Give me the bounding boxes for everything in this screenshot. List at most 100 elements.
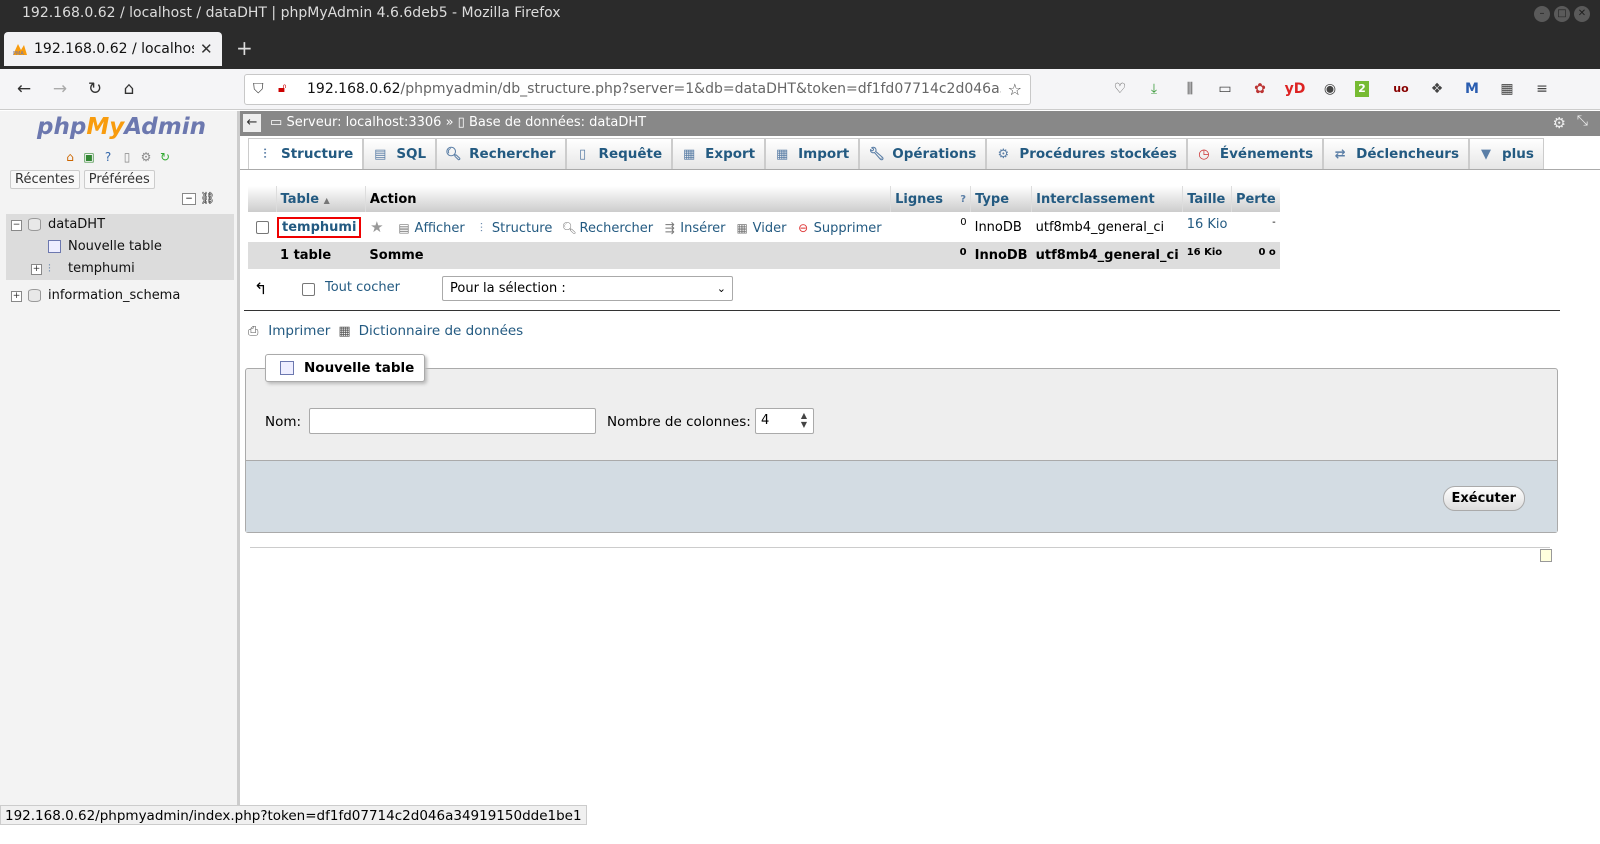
export-icon: ▦ [682,146,696,162]
row-size-link[interactable]: 16 Kio [1183,212,1232,242]
favorite-star-icon[interactable]: ★ [369,218,387,236]
spinner-icon[interactable]: ▲ ▼ [801,411,807,429]
table-name-link[interactable]: temphumi [277,216,362,238]
structure-action[interactable]: ⫶ Structure [474,221,553,236]
gear-icon[interactable]: ⚙ [1553,114,1566,132]
minimize-button[interactable]: – [1534,6,1550,22]
data-dictionary-link[interactable]: ▦ Dictionnaire de données [338,323,523,339]
extension-icon[interactable]: ▦ [1496,79,1518,99]
docs-icon[interactable]: ▯ [119,149,135,165]
reload-icon[interactable]: ↻ [157,149,173,165]
bulk-action-select[interactable]: Pour la sélection : ⌄ [442,276,733,301]
sum-overhead: 0 o [1231,242,1280,269]
url-bar[interactable]: ⛉ 🔓︎ 192.168.0.62/phpmyadmin/db_structur… [244,74,1031,105]
form-footer: Exécuter [246,460,1557,532]
forward-icon[interactable]: → [49,79,71,99]
sidebar-icon[interactable]: ▭ [1214,79,1236,99]
column-header-perte[interactable]: Perte [1231,186,1280,212]
column-count-stepper[interactable]: 4 ▲ ▼ [755,408,814,434]
reload-icon[interactable]: ↻ [84,79,106,99]
column-header-table[interactable]: Table ▲ [276,186,366,212]
row-checkbox[interactable] [255,220,269,234]
gear-icon[interactable]: ⚙ [138,149,154,165]
empty-action[interactable]: ▦ Vider [735,221,787,236]
back-icon[interactable]: ← [13,79,35,99]
tab-requete[interactable]: ▯ Requête [565,138,673,169]
column-header-interclassement[interactable]: Interclassement [1031,186,1184,212]
download-icon[interactable]: ⤓ [1143,79,1165,99]
menu-icon[interactable]: ≡ [1531,79,1553,99]
tab-import[interactable]: ▦ Import [765,138,860,169]
yd-icon[interactable]: yD [1284,79,1306,99]
database-icon: ▯ [457,115,465,130]
print-link[interactable]: ⎙ Imprimer [248,323,330,339]
home-icon[interactable]: ⌂ [62,149,78,165]
expand-icon[interactable]: + [11,291,22,302]
breadcrumb-server[interactable]: Serveur: localhost:3306 [286,115,441,130]
tree-item-temphumi[interactable]: + ⫶ temphumi [6,258,234,280]
url-text[interactable]: 192.168.0.62/phpmyadmin/db_structure.php… [307,81,1001,97]
column-header-type[interactable]: Type [970,186,1033,212]
home-icon[interactable]: ⌂ [118,79,140,99]
tab-rechercher[interactable]: 🔍︎ Rechercher [436,138,566,169]
column-header-taille[interactable]: Taille [1182,186,1232,212]
expand-icon[interactable]: + [31,264,42,275]
extension-icon[interactable]: M [1461,79,1483,99]
tab-close-icon[interactable]: ✕ [200,40,213,58]
maximize-button[interactable]: □ [1554,6,1570,22]
new-table-form: Nouvelle table Nom: Nombre de colonnes: … [245,354,1558,533]
link-icon[interactable]: ⛓ [200,192,215,205]
pma-favicon-icon: PMA [12,42,28,57]
library-icon[interactable]: ⫼ [1179,79,1201,99]
tab-plus[interactable]: ▼ plus [1469,138,1544,169]
ublock-icon[interactable]: uo [1390,79,1412,99]
tracking-shield-icon[interactable]: ⛉ [253,81,264,97]
browse-action[interactable]: ▤ Afficher [397,221,464,236]
collapse-icon[interactable]: − [11,220,22,231]
tab-export[interactable]: ▦ Export [672,138,766,169]
collapse-all-icon[interactable]: − [182,193,196,205]
tab-structure[interactable]: ⫶ Structure [248,138,364,169]
tab-declencheurs[interactable]: ⇄ Déclencheurs [1323,138,1470,169]
events-icon: ◷ [1198,146,1210,162]
extension-icon[interactable]: ❖ [1426,79,1448,99]
breadcrumb-database[interactable]: Base de données: dataDHT [469,115,646,130]
drop-action[interactable]: ⊖ Supprimer [796,221,882,236]
structure-icon: ⫶ [479,221,483,235]
search-icon: 🔍︎ [561,221,577,235]
tab-evenements[interactable]: ◷ Événements [1186,138,1324,169]
check-all-checkbox[interactable] [302,283,315,296]
execute-button[interactable]: Exécuter [1442,486,1525,511]
insert-action[interactable]: ⇶ Insérer [662,221,726,236]
phpmyadmin-logo[interactable]: phpMyAdmin [37,114,206,140]
new-tab-button[interactable]: + [236,38,253,58]
table-name-input[interactable] [309,408,596,434]
bookmark-star-icon[interactable]: ☆ [1008,80,1022,99]
toggle-nav-icon[interactable]: ← [243,114,261,132]
browse-icon: ▤ [398,221,410,235]
extension-icon[interactable]: ✿ [1249,79,1271,99]
browser-tab[interactable]: PMA 192.168.0.62 / localhost / d ✕ [4,32,222,66]
tree-item-new-table[interactable]: Nouvelle table [6,236,234,258]
tree-item-information-schema[interactable]: + information_schema [6,285,234,307]
help-icon[interactable]: ? [960,194,966,205]
tab-sql[interactable]: ▤ SQL [363,138,437,169]
extension-icon[interactable]: 2 [1355,81,1369,97]
new-table-icon [48,240,61,253]
column-header-lignes[interactable]: Lignes ? [890,186,972,212]
tree-item-datadht[interactable]: − dataDHT [6,214,234,236]
help-icon[interactable]: ? [100,149,116,165]
pocket-icon[interactable]: ♡ [1109,79,1131,99]
logout-icon[interactable]: ▣ [81,149,97,165]
insecure-lock-icon[interactable]: 🔓︎ [278,81,286,96]
close-window-button[interactable]: ✕ [1574,6,1590,22]
console-icon[interactable] [1540,549,1552,562]
check-all-label[interactable]: Tout cocher [325,280,400,295]
tab-operations[interactable]: 🔧︎ Opérations [859,138,987,169]
tab-procedures[interactable]: ⚙ Procédures stockées [986,138,1187,169]
recent-tables-button[interactable]: Récentes [10,170,80,189]
collapse-icon[interactable]: ⤡ [1577,113,1588,129]
extension-icon[interactable]: ◉ [1319,79,1341,99]
search-action[interactable]: 🔍︎ Rechercher [562,221,654,236]
favorite-tables-button[interactable]: Préférées [83,170,155,189]
